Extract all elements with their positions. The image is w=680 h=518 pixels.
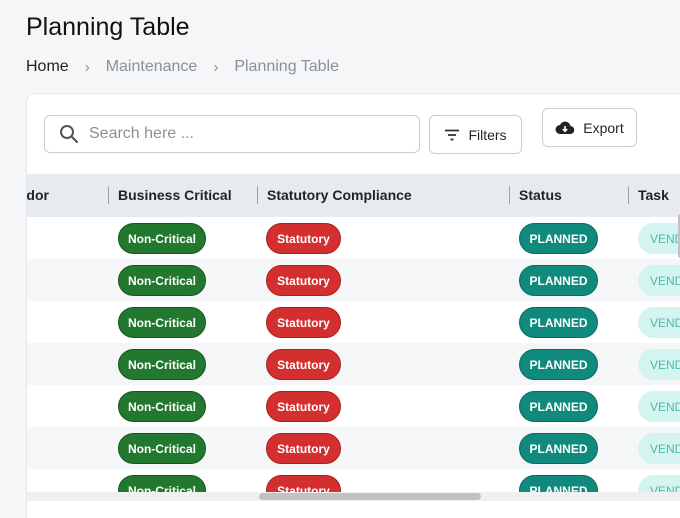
statutory-badge: Statutory: [266, 223, 341, 254]
status-badge: PLANNED: [519, 475, 598, 492]
breadcrumb-current: Planning Table: [234, 58, 339, 75]
statutory-badge: Statutory: [266, 349, 341, 380]
status-badge: PLANNED: [519, 391, 598, 422]
column-divider[interactable]: [509, 186, 510, 204]
column-header-statutory-compliance[interactable]: Statutory Compliance: [267, 174, 497, 217]
filters-button-label: Filters: [468, 126, 507, 143]
column-divider[interactable]: [628, 186, 629, 204]
statutory-badge: Statutory: [266, 391, 341, 422]
table-row[interactable]: Non-Critical Statutory PLANNED VENDOR: [27, 427, 680, 469]
business-critical-badge: Non-Critical: [118, 265, 206, 296]
task-badge: VENDOR: [638, 391, 680, 422]
column-header-vendor[interactable]: Vendor: [27, 174, 49, 217]
task-badge: VENDOR: [638, 223, 680, 254]
task-badge: VENDOR: [638, 349, 680, 380]
business-critical-badge: Non-Critical: [118, 307, 206, 338]
statutory-badge: Statutory: [266, 265, 341, 296]
column-divider[interactable]: [257, 186, 258, 204]
horizontal-scrollbar[interactable]: [27, 492, 680, 501]
task-badge: VENDOR: [638, 475, 680, 492]
filters-button[interactable]: Filters: [429, 115, 522, 154]
search-input[interactable]: [89, 125, 389, 143]
column-divider[interactable]: [108, 186, 109, 204]
breadcrumb-home[interactable]: Home: [26, 58, 69, 76]
statutory-badge: Statutory: [266, 433, 341, 464]
cloud-download-icon: [555, 121, 575, 134]
task-badge: VENDOR: [638, 265, 680, 296]
business-critical-badge: Non-Critical: [118, 223, 206, 254]
table-row[interactable]: Non-Critical Statutory PLANNED VENDOR: [27, 385, 680, 427]
status-badge: PLANNED: [519, 433, 598, 464]
task-badge: VENDOR: [638, 307, 680, 338]
breadcrumb: Home › Maintenance › Planning Table: [26, 58, 339, 76]
business-critical-badge: Non-Critical: [118, 349, 206, 380]
breadcrumb-maintenance[interactable]: Maintenance: [106, 58, 198, 76]
status-badge: PLANNED: [519, 349, 598, 380]
column-header-business-critical[interactable]: Business Critical: [118, 174, 263, 217]
table-card: Filters Export Vendor Business Critical …: [26, 93, 680, 518]
business-critical-badge: Non-Critical: [118, 391, 206, 422]
table-row[interactable]: Non-Critical Statutory PLANNED VENDOR: [27, 217, 680, 259]
status-badge: PLANNED: [519, 223, 598, 254]
search-box[interactable]: [44, 115, 420, 153]
chevron-right-icon: ›: [84, 58, 90, 76]
table-row[interactable]: Non-Critical Statutory PLANNED VENDOR: [27, 469, 680, 492]
statutory-badge: Statutory: [266, 475, 341, 492]
task-badge: VENDOR: [638, 433, 680, 464]
export-button[interactable]: Export: [542, 108, 637, 147]
page-title: Planning Table: [26, 13, 190, 41]
table-row[interactable]: Non-Critical Statutory PLANNED VENDOR: [27, 301, 680, 343]
horizontal-scrollbar-thumb[interactable]: [259, 493, 481, 500]
table-row[interactable]: Non-Critical Statutory PLANNED VENDOR: [27, 259, 680, 301]
export-button-label: Export: [583, 119, 624, 136]
table-row[interactable]: Non-Critical Statutory PLANNED VENDOR: [27, 343, 680, 385]
column-header-status[interactable]: Status: [519, 174, 619, 217]
business-critical-badge: Non-Critical: [118, 433, 206, 464]
column-header-task[interactable]: Task: [638, 174, 680, 217]
filter-lines-icon: [445, 129, 460, 140]
search-icon: [60, 125, 79, 144]
chevron-right-icon: ›: [213, 58, 219, 76]
status-badge: PLANNED: [519, 307, 598, 338]
table-header: Vendor Business Critical Statutory Compl…: [27, 174, 680, 217]
status-badge: PLANNED: [519, 265, 598, 296]
statutory-badge: Statutory: [266, 307, 341, 338]
business-critical-badge: Non-Critical: [118, 475, 206, 492]
